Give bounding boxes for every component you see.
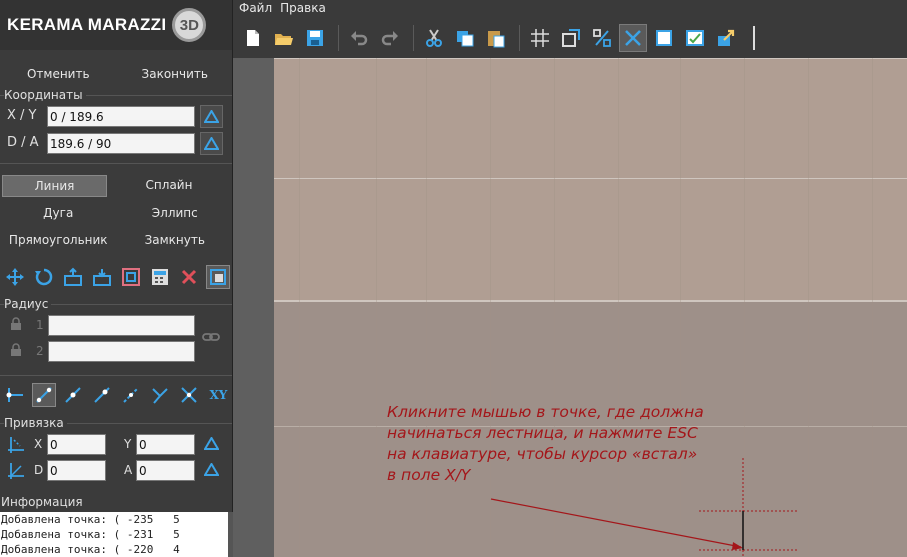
open-folder-icon[interactable] [270, 24, 298, 52]
left-panel: KERAMA MARAZZI 3D Отменить Закончить Коо… [0, 0, 233, 557]
radius-1-input[interactable] [48, 315, 195, 336]
delta-icon [204, 110, 219, 123]
grid-icon[interactable] [526, 24, 554, 52]
snap-y-label: Y [124, 437, 132, 451]
percent-icon[interactable] [588, 24, 616, 52]
radius-group-title: Радиус [4, 297, 52, 311]
redo-icon[interactable] [376, 24, 404, 52]
snap-intersection-icon[interactable] [177, 383, 201, 407]
snap-angle-grid-icon [8, 463, 24, 479]
annotation-overlay [490, 458, 799, 557]
main-toolbar [233, 18, 907, 58]
calculator-icon[interactable] [148, 265, 172, 289]
xy-delta-button[interactable] [200, 105, 223, 128]
cross-snap-icon[interactable] [619, 24, 647, 52]
snap-line-icon[interactable] [31, 383, 56, 407]
close-shape-button[interactable]: Замкнуть [117, 230, 234, 250]
info-line: Добавлена точка: ( -231 5 [1, 528, 180, 541]
transform-toolbar [0, 264, 233, 290]
snap-xy-button[interactable]: XY [206, 383, 230, 407]
snap-da-delta-button[interactable] [200, 458, 223, 481]
delta-icon [204, 137, 219, 150]
arrow-head-icon [732, 542, 743, 550]
da-delta-button[interactable] [200, 132, 223, 155]
snap-d-input[interactable] [47, 460, 106, 481]
save-icon[interactable] [301, 24, 329, 52]
snap-a-input[interactable] [136, 460, 195, 481]
snap-midpoint-icon[interactable] [61, 383, 85, 407]
export-icon[interactable] [712, 24, 740, 52]
info-line: Добавлена точка: ( -235 5 [1, 513, 180, 526]
mirror-down-icon[interactable] [90, 265, 114, 289]
new-file-icon[interactable] [239, 24, 267, 52]
move-icon[interactable] [3, 265, 27, 289]
snap-x-input[interactable] [47, 434, 106, 455]
link-icon[interactable] [202, 330, 220, 344]
rotate-icon[interactable] [32, 265, 56, 289]
snap-endpoint-icon[interactable] [3, 383, 27, 407]
frame-icon[interactable] [206, 265, 231, 289]
rectangle-button[interactable]: Прямоугольник [0, 230, 117, 250]
copy-icon[interactable] [451, 24, 479, 52]
snap-d-label: D [34, 463, 44, 477]
square-icon[interactable] [650, 24, 678, 52]
undo-icon[interactable] [345, 24, 373, 52]
frame-select-icon[interactable] [557, 24, 585, 52]
xy-label: X / Y [7, 108, 37, 123]
snap-x-label: X [34, 437, 43, 451]
mirror-up-icon[interactable] [61, 265, 85, 289]
logo-3d-badge: 3D [172, 8, 207, 42]
logo-text: KERAMA MARAZZI [7, 15, 167, 34]
spline-button[interactable]: Сплайн [107, 175, 231, 197]
menu-file[interactable]: Файл [233, 0, 278, 18]
snap-y-input[interactable] [136, 434, 195, 455]
drawing-canvas[interactable]: Кликните мышью в точке, где должна начин… [233, 58, 907, 557]
toolbar-separator [413, 25, 414, 51]
lock-icon[interactable] [10, 317, 22, 331]
info-title: Информация [1, 495, 83, 509]
paste-icon[interactable] [482, 24, 510, 52]
snap-toolbar: XY [0, 382, 233, 408]
divider [0, 163, 232, 164]
snap-nearest-icon[interactable] [90, 383, 114, 407]
radius-2-number: 2 [36, 344, 44, 358]
undo-button[interactable]: Отменить [0, 64, 117, 84]
toolbar-separator [519, 25, 520, 51]
finish-button[interactable]: Закончить [117, 64, 234, 84]
arc-button[interactable]: Дуга [0, 203, 117, 223]
da-input[interactable] [47, 133, 195, 154]
xy-input[interactable] [47, 106, 195, 127]
ellipse-button[interactable]: Эллипс [117, 203, 234, 223]
snap-grid-icon [8, 437, 24, 453]
scale-icon[interactable] [119, 265, 143, 289]
toolbar-separator [753, 26, 755, 50]
menu-edit[interactable]: Правка [278, 0, 332, 18]
da-label: D / A [7, 135, 39, 150]
delta-icon [204, 437, 219, 450]
info-log: Добавлена точка: ( -235 5 Добавлена точк… [0, 512, 228, 557]
app-window: KERAMA MARAZZI 3D Отменить Закончить Коо… [0, 0, 907, 557]
cut-icon[interactable] [420, 24, 448, 52]
annotation-arrow [490, 498, 742, 548]
delta-icon [204, 463, 219, 476]
snap-group-title: Привязка [4, 416, 67, 430]
divider [0, 375, 232, 376]
snap-angle-icon[interactable] [148, 383, 172, 407]
snap-xy-delta-button[interactable] [200, 432, 223, 455]
toolbar-separator [338, 25, 339, 51]
snap-a-label: A [124, 463, 133, 477]
delete-icon[interactable] [177, 265, 201, 289]
radius-2-input[interactable] [48, 341, 195, 362]
menu-bar: Файл Правка [233, 0, 907, 18]
coords-group-title: Координаты [4, 88, 86, 102]
radius-1-number: 1 [36, 318, 44, 332]
snap-dashed-icon[interactable] [119, 383, 143, 407]
image-check-icon[interactable] [681, 24, 709, 52]
logo: KERAMA MARAZZI 3D [0, 0, 232, 50]
lock-icon[interactable] [10, 343, 22, 357]
line-button[interactable]: Линия [2, 175, 107, 197]
info-line: Добавлена точка: ( -220 4 [1, 543, 180, 556]
